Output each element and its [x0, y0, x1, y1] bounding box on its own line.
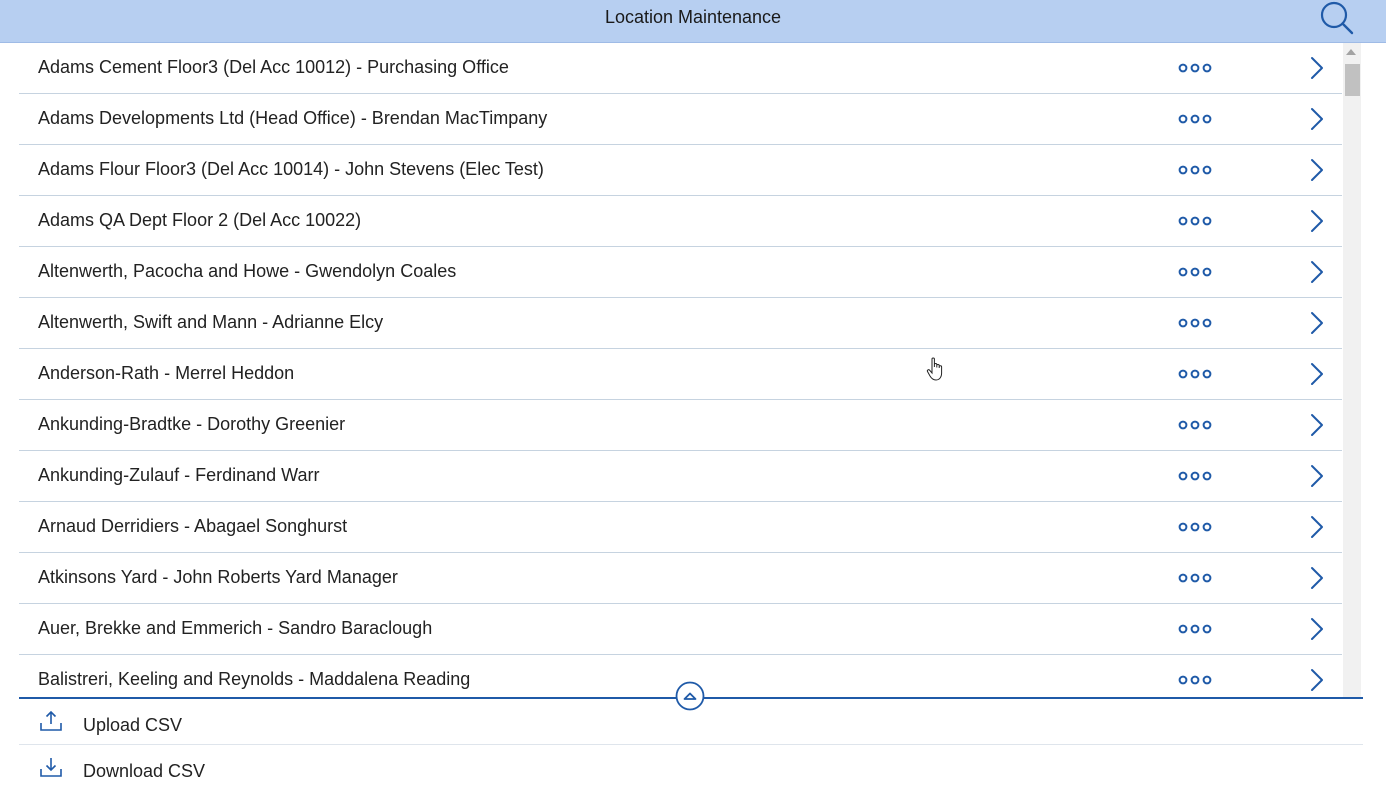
hand-pointer-cursor [926, 357, 943, 381]
app-header: Location Maintenance [0, 0, 1386, 43]
list-item-label: Adams QA Dept Floor 2 (Del Acc 10022) [38, 210, 362, 230]
more-options-button[interactable] [1175, 364, 1215, 384]
chevron-right-icon [1311, 669, 1323, 691]
more-dots-icon [1178, 420, 1212, 430]
list-item-label: Adams Developments Ltd (Head Office) - B… [38, 108, 548, 128]
chevron-right-icon [1311, 108, 1323, 130]
more-options-button[interactable] [1175, 517, 1215, 537]
list-item[interactable]: Adams Developments Ltd (Head Office) - B… [19, 94, 1342, 145]
more-options-button[interactable] [1175, 670, 1215, 690]
more-dots-icon [1178, 573, 1212, 583]
open-item-button[interactable] [1307, 208, 1327, 234]
open-item-button[interactable] [1307, 55, 1327, 81]
open-item-button[interactable] [1307, 514, 1327, 540]
chevron-right-icon [1311, 363, 1323, 385]
download-csv-button[interactable]: Download CSV [19, 745, 1363, 781]
list-item[interactable]: Adams Cement Floor3 (Del Acc 10012) - Pu… [19, 43, 1342, 94]
more-options-button[interactable] [1175, 211, 1215, 231]
list-item[interactable]: Adams Flour Floor3 (Del Acc 10014) - Joh… [19, 145, 1342, 196]
chevron-right-icon [1311, 210, 1323, 232]
more-dots-icon [1178, 267, 1212, 277]
download-csv-label: Download CSV [83, 761, 206, 781]
more-options-button[interactable] [1175, 262, 1215, 282]
open-item-button[interactable] [1307, 412, 1327, 438]
search-icon [1320, 1, 1354, 35]
list-item[interactable]: Auer, Brekke and Emmerich - Sandro Barac… [19, 604, 1342, 655]
more-dots-icon [1178, 624, 1212, 634]
location-list: Adams Cement Floor3 (Del Acc 10012) - Pu… [19, 43, 1342, 697]
list-item-label: Auer, Brekke and Emmerich - Sandro Barac… [38, 618, 433, 638]
list-item-label: Altenwerth, Swift and Mann - Adrianne El… [38, 312, 384, 332]
chevron-right-icon [1311, 312, 1323, 334]
list-item-label: Altenwerth, Pacocha and Howe - Gwendolyn… [38, 261, 457, 281]
open-item-button[interactable] [1307, 616, 1327, 642]
scroll-up-arrow[interactable] [1346, 49, 1356, 55]
more-options-button[interactable] [1175, 415, 1215, 435]
list-item[interactable]: Ankunding-Bradtke - Dorothy Greenier [19, 400, 1342, 451]
open-item-button[interactable] [1307, 565, 1327, 591]
list-item[interactable]: Altenwerth, Swift and Mann - Adrianne El… [19, 298, 1342, 349]
list-item[interactable]: Ankunding-Zulauf - Ferdinand Warr [19, 451, 1342, 502]
more-dots-icon [1178, 216, 1212, 226]
list-item-label: Atkinsons Yard - John Roberts Yard Manag… [38, 567, 398, 587]
list-item[interactable]: Anderson-Rath - Merrel Heddon [19, 349, 1342, 400]
upload-icon [40, 710, 62, 731]
open-item-button[interactable] [1307, 259, 1327, 285]
scrollbar[interactable] [1343, 43, 1361, 697]
list-item-label: Adams Cement Floor3 (Del Acc 10012) - Pu… [38, 57, 509, 77]
more-options-button[interactable] [1175, 58, 1215, 78]
chevron-right-icon [1311, 516, 1323, 538]
open-item-button[interactable] [1307, 310, 1327, 336]
scroll-thumb[interactable] [1345, 64, 1360, 96]
list-item-label: Ankunding-Zulauf - Ferdinand Warr [38, 465, 320, 485]
search-button[interactable] [1314, 0, 1358, 40]
more-options-button[interactable] [1175, 313, 1215, 333]
chevron-right-icon [1311, 159, 1323, 181]
more-dots-icon [1178, 675, 1212, 685]
more-dots-icon [1178, 522, 1212, 532]
more-dots-icon [1178, 471, 1212, 481]
list-item[interactable]: Adams QA Dept Floor 2 (Del Acc 10022) [19, 196, 1342, 247]
chevron-right-icon [1311, 57, 1323, 79]
more-options-button[interactable] [1175, 568, 1215, 588]
more-dots-icon [1178, 165, 1212, 175]
open-item-button[interactable] [1307, 463, 1327, 489]
footer-actions: Upload CSV Download CSV [19, 681, 1363, 781]
chevron-right-icon [1311, 465, 1323, 487]
list-item-label: Balistreri, Keeling and Reynolds - Madda… [38, 669, 471, 689]
list-item[interactable]: Atkinsons Yard - John Roberts Yard Manag… [19, 553, 1342, 604]
open-item-button[interactable] [1307, 667, 1327, 693]
more-options-button[interactable] [1175, 109, 1215, 129]
list-item-label: Arnaud Derridiers - Abagael Songhurst [38, 516, 348, 536]
chevron-right-icon [1311, 618, 1323, 640]
page-title: Location Maintenance [604, 7, 782, 27]
open-item-button[interactable] [1307, 361, 1327, 387]
chevron-right-icon [1311, 261, 1323, 283]
upload-csv-label: Upload CSV [83, 715, 183, 735]
more-options-button[interactable] [1175, 160, 1215, 180]
more-dots-icon [1178, 114, 1212, 124]
more-dots-icon [1178, 63, 1212, 73]
list-item-label: Ankunding-Bradtke - Dorothy Greenier [38, 414, 346, 434]
chevron-right-icon [1311, 414, 1323, 436]
more-options-button[interactable] [1175, 619, 1215, 639]
chevron-right-icon [1311, 567, 1323, 589]
list-item-label: Anderson-Rath - Merrel Heddon [38, 363, 295, 383]
more-options-button[interactable] [1175, 466, 1215, 486]
open-item-button[interactable] [1307, 157, 1327, 183]
open-item-button[interactable] [1307, 106, 1327, 132]
more-dots-icon [1178, 369, 1212, 379]
more-dots-icon [1178, 318, 1212, 328]
download-icon [40, 758, 62, 777]
upload-csv-button[interactable]: Upload CSV [19, 699, 1363, 745]
list-item-label: Adams Flour Floor3 (Del Acc 10014) - Joh… [38, 159, 544, 179]
list-item[interactable]: Altenwerth, Pacocha and Howe - Gwendolyn… [19, 247, 1342, 298]
list-item[interactable]: Arnaud Derridiers - Abagael Songhurst [19, 502, 1342, 553]
